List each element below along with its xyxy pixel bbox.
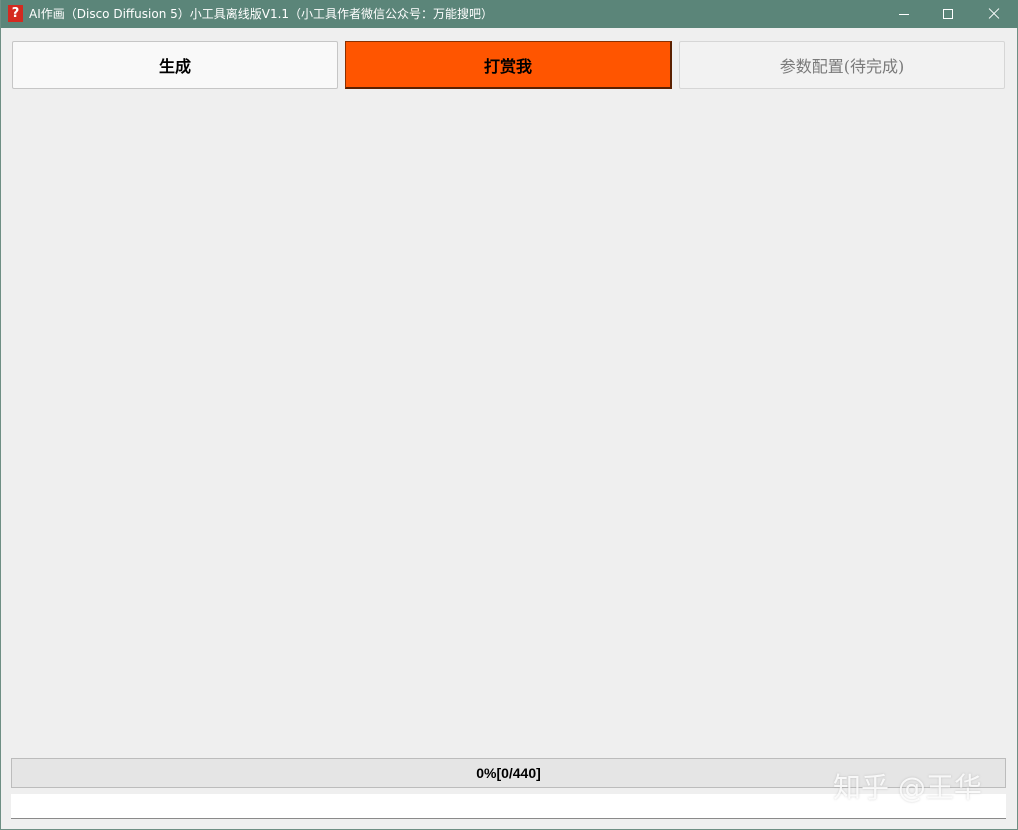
minimize-button[interactable] <box>881 0 927 28</box>
progress-text: 0%[0/440] <box>12 759 1005 787</box>
maximize-icon <box>943 9 953 19</box>
reward-button[interactable]: 打赏我 <box>345 41 672 89</box>
app-window: ? AI作画（Disco Diffusion 5）小工具离线版V1.1（小工具作… <box>0 0 1018 830</box>
window-title: AI作画（Disco Diffusion 5）小工具离线版V1.1（小工具作者微… <box>29 0 493 28</box>
progress-bar: 0%[0/440] <box>11 758 1006 788</box>
minimize-icon <box>899 14 909 15</box>
title-bar[interactable]: ? AI作画（Disco Diffusion 5）小工具离线版V1.1（小工具作… <box>1 0 1018 28</box>
config-button[interactable]: 参数配置(待完成) <box>679 41 1005 89</box>
close-icon <box>987 7 1001 21</box>
log-field[interactable] <box>11 794 1006 819</box>
generate-button[interactable]: 生成 <box>12 41 338 89</box>
maximize-button[interactable] <box>925 0 971 28</box>
close-button[interactable] <box>971 0 1017 28</box>
question-mark-icon: ? <box>8 5 23 22</box>
